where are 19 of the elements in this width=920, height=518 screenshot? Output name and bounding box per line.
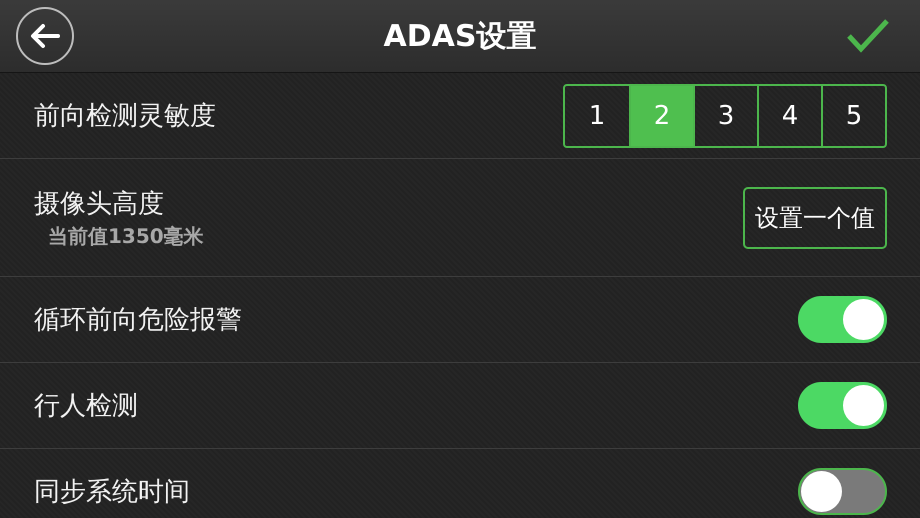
- checkmark-icon: [846, 18, 890, 54]
- setting-label: 前向检测灵敏度: [34, 100, 216, 133]
- set-value-button[interactable]: 设置一个值: [743, 186, 887, 248]
- setting-label: 行人检测: [34, 390, 138, 423]
- setting-label: 摄像头高度: [34, 188, 165, 220]
- sensitivity-option[interactable]: 3: [693, 86, 757, 146]
- sensitivity-option[interactable]: 1: [565, 86, 629, 146]
- sensitivity-option[interactable]: 5: [821, 86, 885, 146]
- setting-label: 循环前向危险报警: [34, 304, 242, 337]
- confirm-button[interactable]: [846, 18, 890, 54]
- setting-label: 同步系统时间: [34, 476, 190, 509]
- back-button[interactable]: [16, 7, 74, 65]
- toggle-switch[interactable]: [798, 382, 887, 429]
- back-arrow-icon: [30, 23, 60, 49]
- page-title: ADAS设置: [382, 18, 538, 56]
- sensitivity-option[interactable]: 4: [757, 86, 821, 146]
- toggle-switch[interactable]: [798, 468, 887, 515]
- current-value-text: 当前值1350毫米: [48, 222, 204, 250]
- toggle-switch[interactable]: [798, 296, 887, 343]
